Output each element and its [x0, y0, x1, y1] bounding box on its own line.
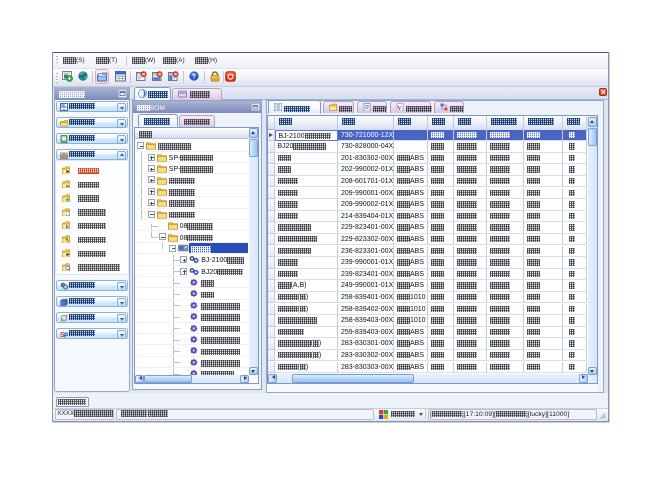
svg-text:k: k [66, 225, 69, 230]
svg-text:V: V [397, 105, 402, 111]
svg-text:?: ? [191, 72, 196, 81]
svg-text:P: P [64, 333, 68, 339]
